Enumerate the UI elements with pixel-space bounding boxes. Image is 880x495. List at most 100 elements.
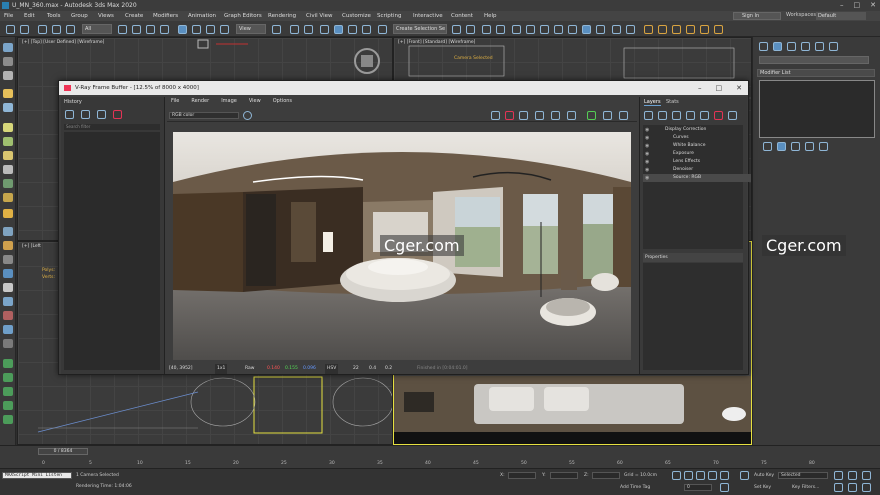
play-icon[interactable]	[696, 471, 705, 480]
test-resolution-icon[interactable]	[551, 111, 560, 120]
vfb-menu-view[interactable]: View	[249, 97, 261, 106]
scale-icon[interactable]	[206, 25, 215, 34]
vfb-close-icon[interactable]: ✕	[736, 81, 742, 95]
save-image-icon[interactable]	[491, 111, 500, 120]
add-time-tag-button[interactable]: Add Time Tag	[620, 485, 650, 490]
menu-create[interactable]: Create	[125, 13, 143, 19]
menu-tools[interactable]: Tools	[47, 13, 61, 19]
rectangular-selection-icon[interactable]	[146, 25, 155, 34]
history-delete-icon[interactable]	[113, 110, 122, 119]
undo-icon[interactable]	[6, 25, 15, 34]
create-light-icon[interactable]	[3, 89, 13, 98]
zoom-extents-icon[interactable]	[848, 483, 857, 492]
create-nurbs-icon[interactable]	[3, 297, 13, 306]
layer-curves[interactable]: Curves	[643, 134, 751, 142]
render-in-cloud-icon[interactable]	[612, 25, 621, 34]
viewport-layout-icon[interactable]	[3, 359, 13, 368]
key-filters-button[interactable]: Key Filters...	[792, 485, 819, 490]
color-picker-icon[interactable]	[243, 111, 252, 120]
named-selection-dropdown[interactable]: Create Selection Se	[393, 24, 447, 34]
maxscript-listener[interactable]: MAXScript Mini Listen	[2, 472, 72, 479]
angle-snap-icon[interactable]	[334, 25, 343, 34]
set-key-button[interactable]: Set Key	[754, 485, 771, 490]
curve-editor-icon[interactable]	[526, 25, 535, 34]
z-coord-field[interactable]	[592, 472, 620, 479]
current-frame-field[interactable]: 0	[684, 484, 712, 491]
layer-denoiser[interactable]: Denoiser	[643, 166, 751, 174]
clear-image-icon[interactable]	[505, 111, 514, 120]
layers-stack-icon[interactable]	[686, 111, 695, 120]
percent-snap-icon[interactable]	[348, 25, 357, 34]
vfb-maximize-icon[interactable]: □	[716, 81, 723, 95]
layer-visibility-icon[interactable]: ◉	[645, 135, 649, 141]
rotate-icon[interactable]	[192, 25, 201, 34]
create-door-icon[interactable]	[3, 241, 13, 250]
bucket-icon[interactable]	[535, 111, 544, 120]
create-shape-icon[interactable]	[3, 43, 13, 52]
schematic-view-icon[interactable]	[540, 25, 549, 34]
auto-key-button[interactable]: Auto Key	[754, 473, 774, 478]
a360-gallery-icon[interactable]	[626, 25, 635, 34]
toggle-scene-explorer-icon[interactable]	[482, 25, 491, 34]
previous-frame-icon[interactable]	[684, 471, 693, 480]
layer-white-balance[interactable]: White Balance	[643, 142, 751, 150]
material-editor-icon[interactable]	[554, 25, 563, 34]
create-systems-icon[interactable]	[3, 193, 13, 202]
object-name-field[interactable]	[759, 56, 869, 64]
reference-coordinate-dropdown[interactable]: View	[236, 24, 266, 34]
layer-exposure[interactable]: Exposure	[643, 150, 751, 158]
create-sun-icon[interactable]	[3, 209, 13, 218]
viewport-layout-5-icon[interactable]	[3, 415, 13, 424]
align-icon[interactable]	[466, 25, 475, 34]
utilities-tab-icon[interactable]	[829, 42, 838, 51]
link-icon[interactable]	[38, 25, 47, 34]
create-window-icon[interactable]	[3, 255, 13, 264]
vray-render-icon[interactable]	[658, 25, 667, 34]
selection-filter-dropdown[interactable]: All	[82, 24, 112, 34]
redo-icon[interactable]	[20, 25, 29, 34]
select-manipulate-icon[interactable]	[290, 25, 299, 34]
layer-lens-effects[interactable]: Lens Effects	[643, 158, 751, 166]
vfb-menu-image[interactable]: Image	[221, 97, 237, 106]
history-search-input[interactable]: Search filter	[64, 124, 160, 130]
vfb-menu-render[interactable]: Render	[191, 97, 209, 106]
viewport-layout-4-icon[interactable]	[3, 401, 13, 410]
render-teapot-icon[interactable]	[619, 111, 628, 120]
edit-named-selection-icon[interactable]	[378, 25, 387, 34]
time-config-icon[interactable]	[720, 483, 729, 492]
make-unique-icon[interactable]	[791, 142, 800, 151]
vfb-menu-options[interactable]: Options	[273, 97, 292, 106]
create-helper-icon[interactable]	[3, 137, 13, 146]
vfb-menu-file[interactable]: File	[171, 97, 179, 106]
layers-delete-icon[interactable]	[714, 111, 723, 120]
create-patch-icon[interactable]	[3, 283, 13, 292]
time-slider[interactable]: 0 / 8364	[38, 448, 88, 455]
toggle-layer-explorer-icon[interactable]	[496, 25, 505, 34]
vray-material-icon[interactable]	[714, 25, 723, 34]
mirror-icon[interactable]	[452, 25, 461, 34]
layer-visibility-icon[interactable]: ◉	[645, 167, 649, 173]
keyboard-shortcut-icon[interactable]	[304, 25, 313, 34]
properties-header[interactable]: Properties	[643, 253, 743, 262]
modify-tab-icon[interactable]	[773, 42, 782, 51]
window-crossing-icon[interactable]	[160, 25, 169, 34]
track-bar[interactable]: 0 5 10 15 20 25 30 35 40 45 50 55 60 65 …	[42, 458, 832, 467]
create-tab-icon[interactable]	[759, 42, 768, 51]
menu-graph-editors[interactable]: Graph Editors	[224, 13, 262, 19]
menu-modifiers[interactable]: Modifiers	[153, 13, 178, 19]
layer-visibility-icon[interactable]: ◉	[645, 159, 649, 165]
motion-tab-icon[interactable]	[801, 42, 810, 51]
show-end-result-icon[interactable]	[777, 142, 786, 151]
vfb-minimize-icon[interactable]: –	[698, 81, 702, 95]
menu-rendering[interactable]: Rendering	[268, 13, 296, 19]
viewport-layout-2-icon[interactable]	[3, 373, 13, 382]
menu-customize[interactable]: Customize	[342, 13, 371, 19]
layer-source-rgb[interactable]: Source: RGB	[643, 174, 751, 182]
set-key-mode-icon[interactable]	[740, 471, 749, 480]
orbit-icon[interactable]	[862, 471, 871, 480]
render-last-icon[interactable]	[603, 111, 612, 120]
layers-save-icon[interactable]	[658, 111, 667, 120]
rendered-frame-window-icon[interactable]	[582, 25, 591, 34]
minimize-icon[interactable]: –	[840, 1, 844, 9]
layer-visibility-icon[interactable]: ◉	[645, 151, 649, 157]
